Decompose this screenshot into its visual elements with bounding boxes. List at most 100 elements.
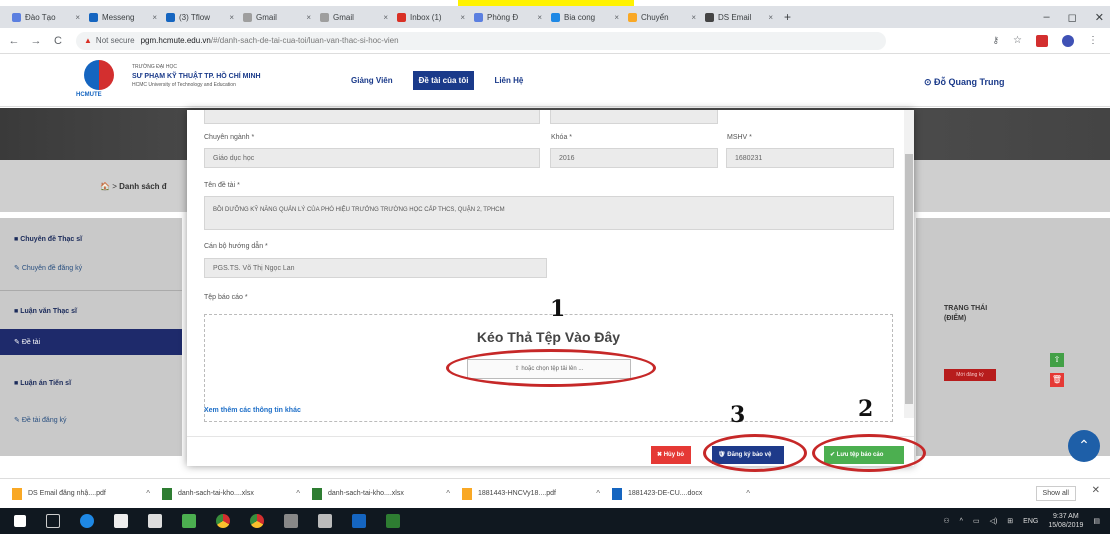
- toolbar-extensions: ⚷ ☆ ⋮: [992, 34, 1098, 47]
- download-options-icon[interactable]: ^: [296, 489, 300, 498]
- cancel-button[interactable]: ✖ Hủy bỏ: [651, 446, 691, 464]
- course-field[interactable]: 2016: [550, 148, 718, 168]
- sidebar-item-thematic-registered[interactable]: ✎ Chuyên đề đăng ký: [14, 264, 82, 272]
- tab-close-icon[interactable]: ×: [614, 13, 619, 22]
- download-item[interactable]: danh-sach-tai-kho....xlsx ^: [162, 487, 300, 500]
- sidebar-item-dissertation-registered[interactable]: ✎ Đề tài đăng ký: [14, 416, 67, 424]
- tab-close-icon[interactable]: ×: [768, 13, 773, 22]
- network-icon[interactable]: ▭: [973, 517, 980, 525]
- profile-icon[interactable]: [1062, 34, 1074, 47]
- download-item[interactable]: DS Email đăng nhậ....pdf ^: [12, 487, 150, 500]
- dob-field[interactable]: [550, 110, 718, 124]
- download-options-icon[interactable]: ^: [746, 489, 750, 498]
- file-icon: [162, 487, 172, 500]
- sidebar-section-thesis[interactable]: ■ Luận văn Thạc sĩ: [14, 308, 77, 315]
- sidebar-section-thematic[interactable]: ■ Chuyên đề Thạc sĩ: [14, 236, 82, 243]
- advisor-field[interactable]: PGS.TS. Võ Thị Ngọc Lan: [204, 258, 547, 278]
- school-logo[interactable]: HCMUTE: [76, 60, 126, 104]
- tab-close-icon[interactable]: ×: [306, 13, 311, 22]
- photos-icon[interactable]: [182, 514, 196, 528]
- maximize-icon[interactable]: ◻: [1068, 11, 1077, 24]
- browser-tab[interactable]: Gmail ×: [239, 8, 315, 26]
- show-all-downloads-button[interactable]: Show all: [1035, 486, 1076, 501]
- browser-tab[interactable]: DS Email ×: [701, 8, 777, 26]
- menu-icon[interactable]: ⋮: [1088, 35, 1098, 46]
- file-icon: [462, 487, 472, 500]
- tab-close-icon[interactable]: ×: [75, 13, 80, 22]
- back-to-top-button[interactable]: ⌃: [1068, 430, 1100, 462]
- home-icon[interactable]: 🏠: [100, 182, 110, 191]
- paint-icon[interactable]: [318, 514, 332, 528]
- people-icon[interactable]: ⚇: [943, 517, 949, 525]
- more-info-link[interactable]: Xem thêm các thông tin khác: [204, 407, 301, 414]
- tab-close-icon[interactable]: ×: [460, 13, 465, 22]
- browser-tab[interactable]: (3) Tflow ×: [162, 8, 238, 26]
- excel-icon[interactable]: [386, 514, 400, 528]
- download-options-icon[interactable]: ^: [596, 489, 600, 498]
- browser-tab[interactable]: Gmail ×: [316, 8, 392, 26]
- download-options-icon[interactable]: ^: [446, 489, 450, 498]
- notification-icon[interactable]: ▤: [1093, 517, 1100, 525]
- task-view-icon[interactable]: [46, 514, 60, 528]
- new-tab-button[interactable]: +: [784, 10, 791, 24]
- tab-close-icon[interactable]: ×: [152, 13, 157, 22]
- word-icon[interactable]: [352, 514, 366, 528]
- menu-item-lecturers[interactable]: Giảng Viên: [345, 71, 399, 90]
- tab-close-icon[interactable]: ×: [383, 13, 388, 22]
- user-name[interactable]: ⊙ Đỗ Quang Trung: [924, 77, 1005, 88]
- school-line-2: SƯ PHẠM KỸ THUẬT TP. HỒ CHÍ MINH: [132, 73, 261, 80]
- table-right-area: [916, 218, 1110, 456]
- student-id-field[interactable]: 1680231: [726, 148, 894, 168]
- sidebar-section-dissertation[interactable]: ■ Luận án Tiến sĩ: [14, 380, 71, 387]
- scrollbar-thumb[interactable]: [905, 154, 913, 404]
- major-field[interactable]: Giáo dục học: [204, 148, 540, 168]
- store-icon[interactable]: [114, 514, 128, 528]
- major-label: Chuyên ngành *: [204, 134, 255, 141]
- edge-icon[interactable]: [80, 514, 94, 528]
- browser-tab[interactable]: Messeng ×: [85, 8, 161, 26]
- mail-icon[interactable]: [148, 514, 162, 528]
- browser-tab[interactable]: Bia cong ×: [547, 8, 623, 26]
- start-icon[interactable]: [14, 515, 26, 527]
- sidebar-item-thesis-topic[interactable]: ✎ Đề tài: [0, 329, 182, 355]
- extension-icon[interactable]: [1036, 34, 1048, 47]
- menu-item-contact[interactable]: Liên Hệ: [488, 71, 529, 90]
- app-icon[interactable]: [284, 514, 298, 528]
- tab-close-icon[interactable]: ×: [537, 13, 542, 22]
- close-downloads-icon[interactable]: ✕: [1092, 485, 1100, 496]
- star-icon[interactable]: ☆: [1013, 35, 1022, 46]
- download-item[interactable]: danh-sach-tai-kho....xlsx ^: [312, 487, 450, 500]
- input-method-icon[interactable]: ⊞: [1007, 517, 1013, 525]
- close-window-icon[interactable]: ✕: [1095, 11, 1104, 24]
- not-secure-label[interactable]: Not secure: [96, 36, 135, 45]
- delete-action-icon[interactable]: 🗑: [1050, 373, 1064, 387]
- topic-field[interactable]: BỒI DƯỠNG KỸ NĂNG QUẢN LÝ CỦA PHÓ HIỆU T…: [204, 196, 894, 230]
- browser-tab[interactable]: Phòng Đ ×: [470, 8, 546, 26]
- browser-tab[interactable]: Chuyển ×: [624, 8, 700, 26]
- reload-icon[interactable]: C: [50, 35, 66, 47]
- minimize-icon[interactable]: –: [1044, 11, 1050, 23]
- download-item[interactable]: 1881443-HNCVy18....pdf ^: [462, 487, 600, 500]
- tab-favicon-icon: [320, 12, 329, 22]
- download-filename: danh-sach-tai-kho....xlsx: [178, 490, 254, 497]
- upload-action-icon[interactable]: ⇧: [1050, 353, 1064, 367]
- chrome-icon[interactable]: [216, 514, 230, 528]
- download-options-icon[interactable]: ^: [146, 489, 150, 498]
- browser-tab[interactable]: Inbox (1) ×: [393, 8, 469, 26]
- download-item[interactable]: 1881423-DE-CU....docx ^: [612, 487, 750, 500]
- chrome-profile-icon[interactable]: [250, 514, 264, 528]
- key-icon[interactable]: ⚷: [992, 35, 999, 46]
- modal-scrollbar[interactable]: [904, 110, 914, 418]
- clock[interactable]: 9:37 AM 15/08/2019: [1048, 512, 1083, 530]
- browser-tab[interactable]: Đào Tạo ×: [8, 8, 84, 26]
- volume-icon[interactable]: ◁): [990, 517, 998, 525]
- tray-chevron-icon[interactable]: ^: [960, 518, 963, 525]
- menu-item-my-topics[interactable]: Đề tài của tôi: [412, 71, 475, 90]
- forward-icon[interactable]: →: [28, 35, 44, 47]
- address-bar[interactable]: ▲ Not secure pgm.hcmute.edu.vn/#/danh-sa…: [76, 31, 886, 50]
- back-icon[interactable]: ←: [6, 35, 22, 47]
- tab-close-icon[interactable]: ×: [691, 13, 696, 22]
- language-indicator[interactable]: ENG: [1023, 518, 1038, 525]
- name-field[interactable]: [204, 110, 540, 124]
- tab-close-icon[interactable]: ×: [229, 13, 234, 22]
